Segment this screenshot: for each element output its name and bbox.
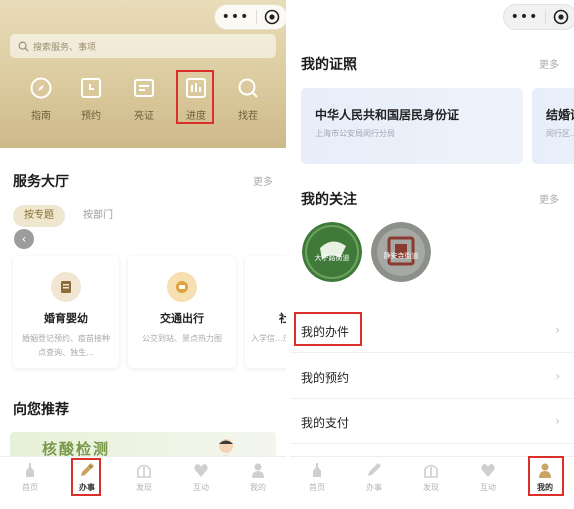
- interact-icon: [194, 464, 208, 477]
- target-icon: [264, 9, 280, 25]
- segment-by-topic[interactable]: 按专题: [13, 205, 65, 227]
- search-placeholder: 搜索服务、事项: [33, 42, 97, 53]
- service-card-traffic[interactable]: 交通出行 公交到站、景点热力图: [128, 256, 236, 368]
- tab-label: 发现: [136, 483, 152, 492]
- tool-guide[interactable]: 指南: [15, 72, 67, 122]
- close-button[interactable]: [546, 9, 574, 25]
- tab-interact[interactable]: 互动: [176, 457, 226, 497]
- more-menu-button[interactable]: •••: [504, 5, 545, 29]
- cert-card-id[interactable]: 中华人民共和国居民身份证 上海市公安局闵行分局: [301, 88, 523, 164]
- service-card-title: 社: [279, 312, 286, 325]
- service-card-marriage[interactable]: 婚育婴幼 婚姻登记预约、疫苗接种点查询、独生...: [13, 256, 119, 368]
- close-button[interactable]: [257, 9, 286, 25]
- mini-program-capsule[interactable]: •••: [503, 4, 574, 30]
- follow-name: 大宁路街道: [315, 253, 350, 262]
- services-tab-highlight-box: [71, 458, 101, 496]
- screenshot: ••• 搜索服务、事项 指南 预约 亮证 进度 找茬 服务大厅 更多 按专题 按…: [0, 0, 574, 509]
- tab-label: 发现: [423, 483, 439, 492]
- follow-name: 静安寺街道: [384, 251, 419, 260]
- home-icon: [26, 463, 34, 477]
- tab-home[interactable]: 首页: [292, 457, 342, 497]
- search-icon: [18, 41, 29, 52]
- tab-label: 互动: [193, 483, 209, 492]
- segment-by-department[interactable]: 按部门: [72, 205, 124, 227]
- right-panel-mine-page: ••• 我的证照 更多 中华人民共和国居民身份证 上海市公安局闵行分局 结婚证 …: [290, 0, 574, 509]
- tab-label: 首页: [309, 483, 325, 492]
- traffic-icon: [167, 272, 197, 302]
- service-card-title: 婚育婴幼: [44, 312, 88, 325]
- home-icon: [313, 463, 321, 477]
- jingansi-street-logo: 静安寺街道: [371, 222, 431, 282]
- service-card-desc: 入学信...示范本...: [251, 334, 286, 343]
- marriage-icon: [51, 272, 81, 302]
- service-card-desc: 婚姻登记预约、疫苗接种点查询、独生...: [22, 334, 110, 357]
- cert-card-marriage[interactable]: 结婚证 闵行区...: [532, 88, 574, 164]
- chevron-right-icon: ›: [555, 414, 560, 428]
- service-card-social[interactable]: 社 入学信...示范本...: [245, 256, 286, 368]
- service-card-title: 交通出行: [160, 312, 204, 325]
- tool-show-cert[interactable]: 亮证: [118, 72, 170, 122]
- left-panel-service-page: ••• 搜索服务、事项 指南 预约 亮证 进度 找茬 服务大厅 更多 按专题 按…: [0, 0, 286, 509]
- list-item-label: 我的预约: [301, 371, 350, 385]
- tool-label: 找茬: [238, 111, 258, 122]
- social-icon: [270, 272, 286, 302]
- more-menu-button[interactable]: •••: [215, 5, 256, 29]
- id-card-icon: [134, 79, 154, 97]
- scroll-left-button[interactable]: ‹: [14, 229, 34, 249]
- service-card-desc: 公交到站、景点热力图: [142, 334, 222, 343]
- pen-icon: [368, 463, 381, 476]
- tab-discover[interactable]: 发现: [406, 457, 456, 497]
- follows-more-link[interactable]: 更多: [539, 191, 559, 206]
- list-item-my-payments[interactable]: 我的支付 ›: [290, 400, 574, 444]
- discover-icon: [424, 464, 438, 478]
- quick-tools: 指南 预约 亮证 进度 找茬: [0, 72, 286, 132]
- tab-bar: 首页 办事 发现 互动 我的: [0, 456, 286, 496]
- user-icon: [252, 463, 264, 478]
- list-item-my-appointments[interactable]: 我的预约 ›: [290, 355, 574, 399]
- cert-issuer: 上海市公安局闵行分局: [315, 129, 395, 138]
- search-input[interactable]: 搜索服务、事项: [10, 34, 276, 58]
- daning-street-logo: 大宁路街道: [302, 222, 362, 282]
- my-follows-title: 我的关注: [301, 192, 357, 208]
- tab-mine[interactable]: 我的: [233, 457, 283, 497]
- tab-label: 办事: [366, 483, 382, 492]
- cert-issuer: 闵行区...: [546, 129, 574, 138]
- chevron-right-icon: ›: [555, 369, 560, 383]
- tab-home[interactable]: 首页: [5, 457, 55, 497]
- cert-title: 中华人民共和国居民身份证: [315, 108, 460, 122]
- tab-services[interactable]: 办事: [349, 457, 399, 497]
- my-certificates-title: 我的证照: [301, 57, 357, 73]
- follow-avatar-daning[interactable]: 大宁路街道: [302, 222, 362, 282]
- follow-avatar-jingansi[interactable]: 静安寺街道: [371, 222, 431, 282]
- tab-label: 首页: [22, 483, 38, 492]
- tool-label: 指南: [31, 111, 51, 122]
- recommend-title: 向您推荐: [13, 402, 69, 418]
- list-item-label: 我的支付: [301, 416, 350, 430]
- certificates-more-link[interactable]: 更多: [539, 56, 559, 71]
- service-hall-more-link[interactable]: 更多: [253, 173, 273, 188]
- mine-tab-highlight-box: [528, 456, 564, 496]
- progress-highlight-box: [176, 70, 214, 124]
- discover-icon: [137, 464, 151, 478]
- tab-label: 我的: [250, 483, 266, 492]
- tab-interact[interactable]: 互动: [463, 457, 513, 497]
- tool-label: 亮证: [134, 111, 154, 122]
- my-cases-highlight-box: [294, 312, 362, 346]
- tool-label: 预约: [81, 111, 101, 122]
- target-icon: [553, 9, 569, 25]
- cert-title: 结婚证: [546, 108, 574, 122]
- service-hall-title: 服务大厅: [13, 174, 69, 190]
- compass-icon: [30, 77, 52, 99]
- tab-label: 互动: [480, 483, 496, 492]
- chevron-right-icon: ›: [555, 323, 560, 337]
- tool-find[interactable]: 找茬: [222, 72, 274, 122]
- tab-discover[interactable]: 发现: [119, 457, 169, 497]
- calendar-icon: [81, 78, 101, 98]
- search-icon: [238, 78, 258, 98]
- interact-icon: [481, 464, 495, 477]
- mini-program-capsule[interactable]: •••: [214, 4, 286, 30]
- tool-appointment[interactable]: 预约: [65, 72, 117, 122]
